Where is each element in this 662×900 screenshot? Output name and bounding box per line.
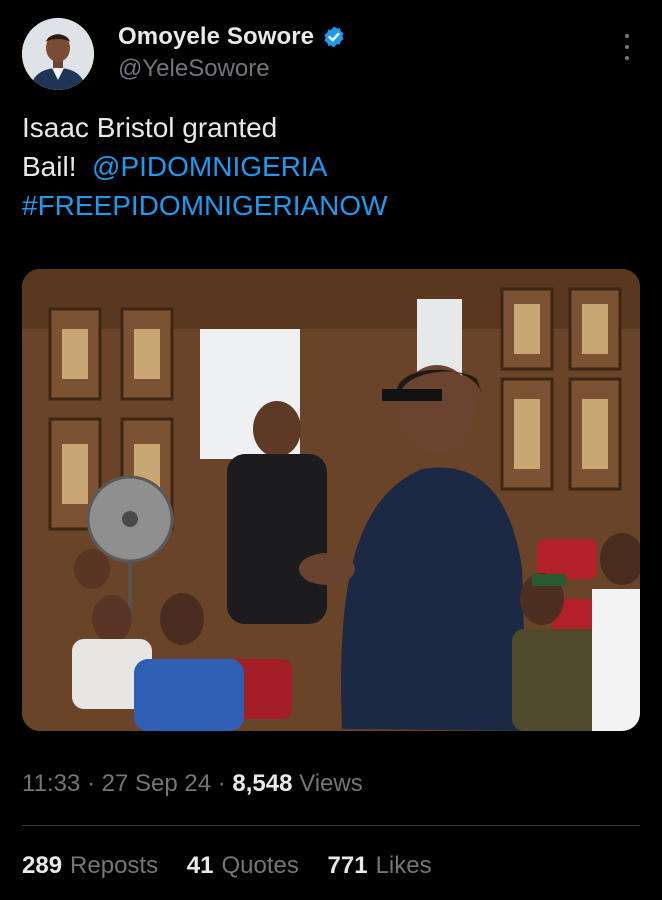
- tweet-text-bail: Bail!: [22, 151, 77, 182]
- divider: [22, 825, 640, 826]
- tweet-date[interactable]: 27 Sep 24: [102, 770, 211, 797]
- author-display-name[interactable]: Omoyele Sowore: [118, 23, 314, 51]
- tweet-photo[interactable]: [22, 269, 640, 731]
- quotes-stat[interactable]: 41 Quotes: [187, 852, 299, 879]
- author-handle[interactable]: @YeleSowore: [118, 55, 346, 83]
- views-count: 8,548: [232, 770, 293, 797]
- likes-count: 771: [327, 852, 368, 879]
- likes-stat[interactable]: 771 Likes: [328, 852, 432, 879]
- likes-label: Likes: [375, 852, 432, 879]
- more-dot: [625, 45, 629, 49]
- quotes-label: Quotes: [221, 852, 299, 879]
- more-dot: [625, 34, 629, 38]
- display-name-row: Omoyele Sowore: [118, 22, 346, 52]
- tweet-header: Omoyele Sowore @YeleSowore: [22, 16, 640, 92]
- mention-link[interactable]: @PIDOMNIGERIA: [92, 151, 327, 182]
- more-options-icon[interactable]: [622, 34, 632, 60]
- more-dot: [625, 56, 629, 60]
- reposts-stat[interactable]: 289 Reposts: [22, 852, 158, 879]
- tweet-text: Isaac Bristol granted Bail! @PIDOMNIGERI…: [22, 108, 642, 225]
- reposts-count: 289: [22, 852, 63, 879]
- tweet-meta: 11:33 · 27 Sep 24 · 8,548 Views: [22, 770, 363, 798]
- tweet-stats: 289 Reposts 41 Quotes 771 Likes: [22, 852, 454, 880]
- meta-separator: ·: [86, 770, 95, 797]
- quotes-count: 41: [186, 852, 214, 879]
- tweet-text-line-1: Isaac Bristol granted: [22, 112, 278, 143]
- author-names: Omoyele Sowore @YeleSowore: [118, 22, 346, 83]
- tweet-text-line-2: Bail! @PIDOMNIGERIA: [22, 147, 642, 186]
- meta-separator: ·: [217, 770, 226, 797]
- tweet-time[interactable]: 11:33: [22, 770, 80, 797]
- hashtag-link[interactable]: #FREEPIDOMNIGERIANOW: [22, 186, 642, 225]
- verified-badge-icon: [324, 26, 344, 48]
- views-label: Views: [299, 770, 363, 797]
- author-avatar[interactable]: [22, 18, 94, 90]
- reposts-label: Reposts: [70, 852, 159, 879]
- courtroom-photo-image: [22, 269, 640, 731]
